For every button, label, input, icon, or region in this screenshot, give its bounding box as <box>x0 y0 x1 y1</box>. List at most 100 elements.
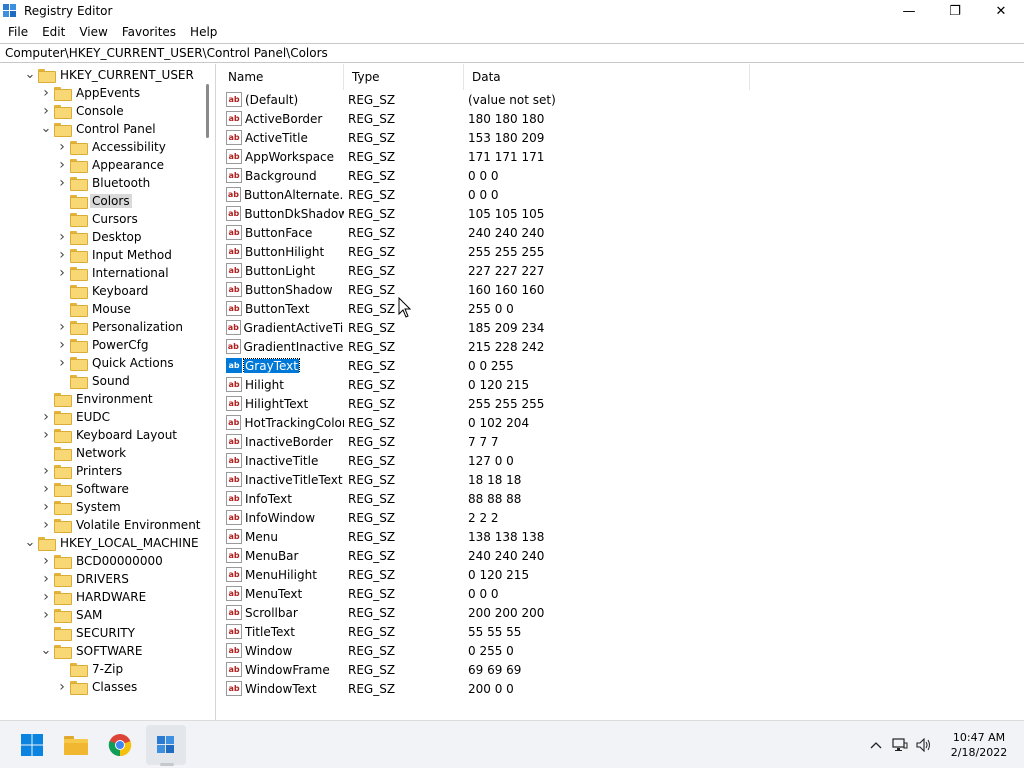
tree-node[interactable]: › DRIVERS <box>40 570 131 588</box>
chevron-right-icon[interactable]: › <box>40 552 52 570</box>
chevron-right-icon[interactable]: › <box>56 246 68 264</box>
tree-node[interactable]: › BCD00000000 <box>40 552 165 570</box>
tree-node[interactable]: › Quick Actions <box>56 354 176 372</box>
tree-node[interactable]: › HARDWARE <box>40 588 148 606</box>
value-row[interactable]: ab Menu REG_SZ 138 138 138 <box>220 527 1024 546</box>
value-row[interactable]: ab ButtonDkShadow REG_SZ 105 105 105 <box>220 204 1024 223</box>
tree-node[interactable]: › EUDC <box>40 408 112 426</box>
column-header-data[interactable]: Data <box>464 64 750 90</box>
value-row[interactable]: ab MenuHilight REG_SZ 0 120 215 <box>220 565 1024 584</box>
menu-file[interactable]: File <box>1 22 35 42</box>
close-button[interactable]: ✕ <box>978 0 1024 22</box>
chevron-right-icon[interactable]: › <box>56 318 68 336</box>
chevron-down-icon[interactable]: ⌄ <box>24 66 36 84</box>
value-row[interactable]: ab GrayText REG_SZ 0 0 255 <box>220 356 1024 375</box>
tree-node[interactable]: Environment <box>40 390 155 408</box>
start-button[interactable] <box>12 725 52 765</box>
chevron-right-icon[interactable]: › <box>40 84 52 102</box>
tree-node[interactable]: Colors <box>56 192 132 210</box>
chevron-right-icon[interactable]: › <box>40 588 52 606</box>
tree-node[interactable]: › Personalization <box>56 318 185 336</box>
chevron-right-icon[interactable]: › <box>40 498 52 516</box>
value-row[interactable]: ab InfoText REG_SZ 88 88 88 <box>220 489 1024 508</box>
chevron-right-icon[interactable]: › <box>40 570 52 588</box>
tree-node[interactable]: › Keyboard Layout <box>40 426 179 444</box>
tree-node[interactable]: ⌄ Control Panel <box>40 120 158 138</box>
chevron-right-icon[interactable]: › <box>56 174 68 192</box>
chevron-right-icon[interactable]: › <box>56 336 68 354</box>
chevron-right-icon[interactable]: › <box>40 408 52 426</box>
chevron-right-icon[interactable]: › <box>40 480 52 498</box>
value-row[interactable]: ab ButtonFace REG_SZ 240 240 240 <box>220 223 1024 242</box>
value-row[interactable]: ab ButtonLight REG_SZ 227 227 227 <box>220 261 1024 280</box>
tree-node[interactable]: › SAM <box>40 606 104 624</box>
column-header-type[interactable]: Type <box>344 64 464 90</box>
column-header-name[interactable]: Name <box>220 64 344 90</box>
value-row[interactable]: ab ButtonAlternate... REG_SZ 0 0 0 <box>220 185 1024 204</box>
tree-node[interactable]: › Classes <box>56 678 139 696</box>
value-row[interactable]: ab GradientActiveTi... REG_SZ 185 209 234 <box>220 318 1024 337</box>
value-row[interactable]: ab GradientInactive... REG_SZ 215 228 242 <box>220 337 1024 356</box>
tree-node[interactable]: › Printers <box>40 462 124 480</box>
value-row[interactable]: ab InactiveTitleText REG_SZ 18 18 18 <box>220 470 1024 489</box>
chevron-right-icon[interactable]: › <box>40 606 52 624</box>
tree-node[interactable]: › System <box>40 498 123 516</box>
value-row[interactable]: ab TitleText REG_SZ 55 55 55 <box>220 622 1024 641</box>
address-bar[interactable]: Computer\HKEY_CURRENT_USER\Control Panel… <box>0 43 1024 63</box>
value-row[interactable]: ab AppWorkspace REG_SZ 171 171 171 <box>220 147 1024 166</box>
value-row[interactable]: ab HilightText REG_SZ 255 255 255 <box>220 394 1024 413</box>
file-explorer-taskbar-button[interactable] <box>56 725 96 765</box>
chevron-right-icon[interactable]: › <box>56 156 68 174</box>
tree-node[interactable]: › Bluetooth <box>56 174 152 192</box>
tree-node[interactable]: › Input Method <box>56 246 174 264</box>
tree-node[interactable]: SECURITY <box>40 624 137 642</box>
value-row[interactable]: ab Window REG_SZ 0 255 0 <box>220 641 1024 660</box>
chevron-right-icon[interactable]: › <box>56 354 68 372</box>
tree-node[interactable]: › Console <box>40 102 126 120</box>
tree-node[interactable]: Keyboard <box>56 282 150 300</box>
maximize-button[interactable]: ❐ <box>932 0 978 22</box>
value-row[interactable]: ab ActiveBorder REG_SZ 180 180 180 <box>220 109 1024 128</box>
tree-scrollbar-thumb[interactable] <box>206 84 209 138</box>
chevron-down-icon[interactable]: ⌄ <box>40 120 52 138</box>
tree-node[interactable]: › Software <box>40 480 131 498</box>
tree-node[interactable]: › Accessibility <box>56 138 168 156</box>
tree-node[interactable]: › International <box>56 264 171 282</box>
chevron-right-icon[interactable]: › <box>56 678 68 696</box>
tree-node[interactable]: › Appearance <box>56 156 166 174</box>
value-row[interactable]: ab (Default) REG_SZ (value not set) <box>220 90 1024 109</box>
value-row[interactable]: ab InactiveTitle REG_SZ 127 0 0 <box>220 451 1024 470</box>
value-row[interactable]: ab ActiveTitle REG_SZ 153 180 209 <box>220 128 1024 147</box>
network-icon[interactable] <box>888 738 912 752</box>
chevron-down-icon[interactable]: ⌄ <box>24 534 36 552</box>
tree-node[interactable]: › Volatile Environment <box>40 516 203 534</box>
taskbar-clock[interactable]: 10:47 AM 2/18/2022 <box>940 730 1018 760</box>
chevron-right-icon[interactable]: › <box>56 228 68 246</box>
tree-node[interactable]: ⌄ HKEY_LOCAL_MACHINE <box>24 534 201 552</box>
chrome-taskbar-button[interactable] <box>100 725 140 765</box>
value-row[interactable]: ab WindowText REG_SZ 200 0 0 <box>220 679 1024 698</box>
registry-editor-taskbar-button[interactable] <box>146 725 186 765</box>
menu-favorites[interactable]: Favorites <box>115 22 183 42</box>
value-row[interactable]: ab MenuText REG_SZ 0 0 0 <box>220 584 1024 603</box>
tree-node[interactable]: › AppEvents <box>40 84 142 102</box>
value-row[interactable]: ab ButtonShadow REG_SZ 160 160 160 <box>220 280 1024 299</box>
tree-node[interactable]: ⌄ SOFTWARE <box>40 642 144 660</box>
chevron-right-icon[interactable]: › <box>56 138 68 156</box>
tree-node[interactable]: ⌄ HKEY_CURRENT_USER <box>24 66 196 84</box>
value-row[interactable]: ab InactiveBorder REG_SZ 7 7 7 <box>220 432 1024 451</box>
value-row[interactable]: ab HotTrackingColor REG_SZ 0 102 204 <box>220 413 1024 432</box>
tree-node[interactable]: Sound <box>56 372 132 390</box>
value-row[interactable]: ab ButtonText REG_SZ 255 0 0 <box>220 299 1024 318</box>
value-row[interactable]: ab WindowFrame REG_SZ 69 69 69 <box>220 660 1024 679</box>
menu-view[interactable]: View <box>72 22 114 42</box>
chevron-up-icon[interactable] <box>864 741 888 749</box>
volume-icon[interactable] <box>912 738 936 752</box>
value-row[interactable]: ab InfoWindow REG_SZ 2 2 2 <box>220 508 1024 527</box>
tree-node[interactable]: Mouse <box>56 300 133 318</box>
tree-node[interactable]: Cursors <box>56 210 140 228</box>
value-row[interactable]: ab Background REG_SZ 0 0 0 <box>220 166 1024 185</box>
value-row[interactable]: ab MenuBar REG_SZ 240 240 240 <box>220 546 1024 565</box>
chevron-right-icon[interactable]: › <box>40 516 52 534</box>
value-row[interactable]: ab Scrollbar REG_SZ 200 200 200 <box>220 603 1024 622</box>
